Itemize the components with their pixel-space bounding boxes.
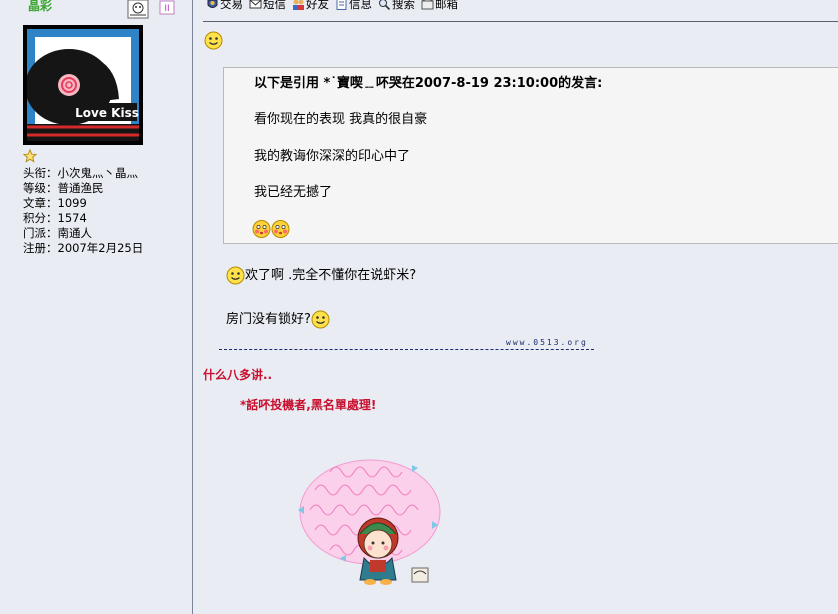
toolbar-info[interactable]: 信息: [335, 0, 372, 12]
author-sidebar: 晶彩 II Love Kiss 头衔：小次鬼灬丶晶灬 等级：普通渔民 文章：10…: [0, 0, 193, 614]
toolbar-message[interactable]: 短信: [249, 0, 286, 12]
toolbar-trade[interactable]: 交易: [206, 0, 243, 12]
blush-emoticon-icon: [252, 220, 290, 238]
signature-cartoon-image: [298, 459, 441, 585]
quote-line: 我的教诲你深深的印心中了: [254, 149, 411, 164]
online-status-icon: [127, 0, 149, 19]
profile-row-level: 等级：普通渔民: [23, 181, 104, 195]
avatar-image: Love Kiss: [27, 29, 139, 141]
profile-row-points: 积分：1574: [23, 211, 87, 225]
trade-icon: [207, 0, 218, 8]
signature-url[interactable]: www.0513.org: [506, 338, 588, 347]
toolbar-friends[interactable]: 好友: [292, 0, 329, 12]
profile-row-registered: 注册：2007年2月25日: [23, 241, 144, 255]
toolbar-search[interactable]: 搜索: [378, 0, 415, 12]
document-icon: [336, 0, 347, 10]
author-profile: 头衔：小次鬼灬丶晶灬 等级：普通渔民 文章：1099 积分：1574 门派：南通…: [23, 166, 143, 256]
post-toolbar: 交易 短信 好友 信息 搜索 邮箱: [206, 0, 458, 12]
svg-text:II: II: [164, 4, 169, 14]
quote-line: 看你现在的表现 我真的很自豪: [254, 112, 428, 127]
rank-star-icon: [23, 149, 37, 163]
friends-icon: [293, 0, 304, 10]
reply-text: 欢了啊 .完全不懂你在说虾米?: [245, 268, 417, 283]
avatar-caption: Love Kiss: [75, 106, 139, 120]
quote-header: 以下是引用 *˙寶喫﹎吥哭在2007-8-19 23:10:00的发言:: [254, 76, 603, 91]
signature-divider: [219, 349, 594, 350]
gender-status-icons: II: [127, 0, 175, 19]
quote-line: 我已经无撼了: [254, 185, 333, 200]
signature-text: *話吥投機者,黑名單處理!: [240, 398, 377, 412]
profile-row-title: 头衔：小次鬼灬丶晶灬: [23, 166, 138, 180]
gender-icon: II: [159, 0, 175, 15]
smile-emoticon-icon: [226, 266, 245, 285]
envelope-icon: [249, 0, 262, 9]
author-name[interactable]: 晶彩: [28, 0, 52, 14]
reply-text: 房门没有锁好?: [226, 312, 311, 327]
profile-row-posts: 文章：1099: [23, 196, 87, 210]
magnifier-icon: [379, 0, 391, 10]
toolbar-mailbox[interactable]: 邮箱: [421, 0, 458, 12]
mailbox-icon: [421, 0, 434, 10]
reply-line: 欢了啊 .完全不懂你在说虾米?: [226, 264, 416, 285]
smile-emoticon-icon: [311, 310, 330, 329]
signature-text: 什么八多讲..: [203, 368, 273, 382]
avatar[interactable]: Love Kiss: [23, 25, 143, 145]
reply-line: 房门没有锁好?: [226, 308, 330, 329]
toolbar-divider: [203, 21, 838, 22]
smile-emoticon-icon: [204, 31, 223, 50]
profile-row-faction: 门派：南通人: [23, 226, 92, 240]
quote-block: 以下是引用 *˙寶喫﹎吥哭在2007-8-19 23:10:00的发言: 看你现…: [223, 67, 838, 244]
